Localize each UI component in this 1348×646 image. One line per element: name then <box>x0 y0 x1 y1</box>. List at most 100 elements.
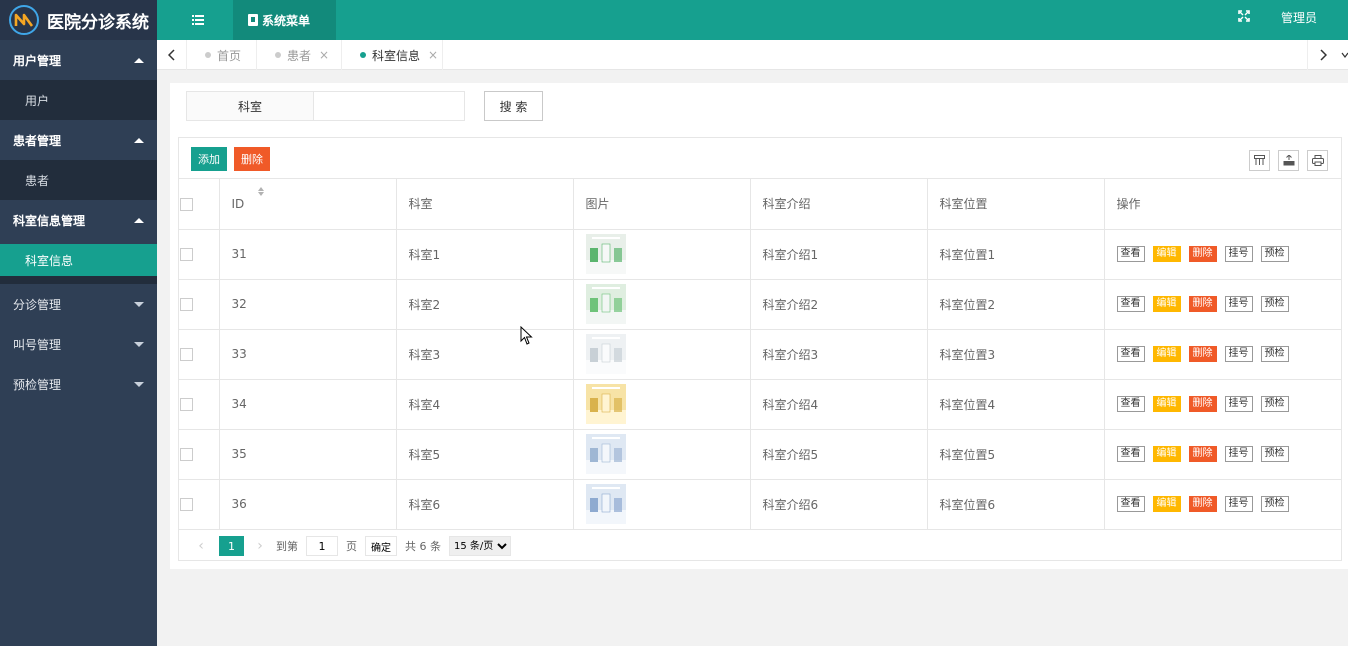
page-size-select[interactable]: 15 条/页 <box>449 536 511 556</box>
next-page-button[interactable]: › <box>250 538 270 554</box>
fullscreen-button[interactable] <box>1238 10 1252 24</box>
view-button[interactable]: 查看 <box>1116 496 1145 512</box>
delete-button[interactable]: 删除 <box>1188 346 1217 362</box>
delete-button[interactable]: 删除 <box>1188 496 1217 512</box>
select-all-checkbox[interactable] <box>180 197 193 211</box>
row-checkbox[interactable] <box>180 398 193 411</box>
print-button[interactable] <box>1307 150 1328 171</box>
department-photo[interactable] <box>585 284 626 324</box>
user-menu[interactable]: 管理员 <box>1281 9 1317 26</box>
row-checkbox-cell <box>179 379 220 430</box>
sort-icon[interactable] <box>258 186 265 196</box>
row-checkbox[interactable] <box>180 248 193 261</box>
column-filter-button[interactable] <box>1249 150 1270 171</box>
edit-button[interactable]: 编辑 <box>1152 396 1181 412</box>
sidebar-group: 叫号管理 <box>0 324 157 364</box>
goto-confirm-button[interactable]: 确定 <box>365 536 397 556</box>
register-button[interactable]: 挂号 <box>1224 246 1253 262</box>
row-checkbox[interactable] <box>180 498 193 511</box>
sidebar-group-title[interactable]: 科室信息管理 <box>0 200 157 240</box>
cell-actions: 查看 编辑 删除 挂号 预检 <box>1104 279 1342 330</box>
column-header-id[interactable]: ID <box>219 179 397 230</box>
view-button[interactable]: 查看 <box>1116 446 1145 462</box>
edit-button[interactable]: 编辑 <box>1152 446 1181 462</box>
sidebar-group-title[interactable]: 预检管理 <box>0 364 157 404</box>
current-page-button[interactable]: 1 <box>219 536 244 556</box>
department-search-input[interactable] <box>313 91 465 121</box>
batch-delete-button[interactable]: 删除 <box>234 147 270 171</box>
menu-toggle-button[interactable] <box>185 10 211 30</box>
precheck-button[interactable]: 预检 <box>1260 296 1289 312</box>
page-tab[interactable]: 患者 × <box>257 40 342 70</box>
sidebar-group-title[interactable]: 叫号管理 <box>0 324 157 364</box>
row-checkbox-cell <box>179 279 220 330</box>
prev-page-button[interactable]: ‹ <box>191 538 211 554</box>
row-checkbox-cell <box>179 329 220 380</box>
precheck-button[interactable]: 预检 <box>1260 396 1289 412</box>
cell-id: 33 <box>219 329 397 380</box>
cell-image <box>573 429 751 480</box>
search-button[interactable]: 搜 索 <box>484 91 543 121</box>
register-button[interactable]: 挂号 <box>1224 446 1253 462</box>
system-menu-tab[interactable]: 系统菜单 <box>233 0 336 40</box>
system-menu-label: 系统菜单 <box>262 13 311 28</box>
register-button[interactable]: 挂号 <box>1224 496 1253 512</box>
cell-intro: 科室介绍2 <box>750 279 928 330</box>
column-header-location: 科室位置 <box>927 179 1105 230</box>
precheck-button[interactable]: 预检 <box>1260 346 1289 362</box>
table-header-row: ID 科室 图片 科室介绍 科室位置 操作 <box>179 179 1342 230</box>
department-photo[interactable] <box>585 334 626 374</box>
view-button[interactable]: 查看 <box>1116 296 1145 312</box>
sidebar-item[interactable]: 用户 <box>0 80 157 120</box>
tabs-more-button[interactable] <box>1340 40 1348 70</box>
precheck-button[interactable]: 预检 <box>1260 496 1289 512</box>
register-button[interactable]: 挂号 <box>1224 346 1253 362</box>
page-tab[interactable]: 科室信息 × <box>342 40 443 70</box>
department-photo[interactable] <box>585 234 626 274</box>
cell-location: 科室位置1 <box>927 229 1105 280</box>
view-button[interactable]: 查看 <box>1116 396 1145 412</box>
export-button[interactable] <box>1278 150 1299 171</box>
close-icon[interactable]: × <box>319 48 329 62</box>
delete-button[interactable]: 删除 <box>1188 296 1217 312</box>
sidebar-group: 用户管理 用户 <box>0 40 157 120</box>
sidebar-group: 科室信息管理科室信息 <box>0 200 157 284</box>
precheck-button[interactable]: 预检 <box>1260 446 1289 462</box>
sidebar-group-title[interactable]: 患者管理 <box>0 120 157 160</box>
department-photo[interactable] <box>585 434 626 474</box>
cell-department: 科室4 <box>396 379 574 430</box>
view-button[interactable]: 查看 <box>1116 246 1145 262</box>
precheck-button[interactable]: 预检 <box>1260 246 1289 262</box>
cell-id: 31 <box>219 229 397 280</box>
row-checkbox[interactable] <box>180 348 193 361</box>
sidebar-item[interactable]: 患者 <box>0 160 157 200</box>
delete-button[interactable]: 删除 <box>1188 396 1217 412</box>
register-button[interactable]: 挂号 <box>1224 396 1253 412</box>
close-icon[interactable]: × <box>428 48 438 62</box>
delete-button[interactable]: 删除 <box>1188 246 1217 262</box>
add-button[interactable]: 添加 <box>191 147 227 171</box>
edit-button[interactable]: 编辑 <box>1152 296 1181 312</box>
view-button[interactable]: 查看 <box>1116 346 1145 362</box>
tabs-scroll-left-button[interactable] <box>157 40 187 70</box>
sidebar-group-title[interactable]: 分诊管理 <box>0 284 157 324</box>
register-button[interactable]: 挂号 <box>1224 296 1253 312</box>
tabs-scroll-right-button[interactable] <box>1307 40 1337 70</box>
row-checkbox[interactable] <box>180 298 193 311</box>
edit-button[interactable]: 编辑 <box>1152 496 1181 512</box>
department-photo[interactable] <box>585 384 626 424</box>
goto-label: 到第 <box>276 540 298 553</box>
goto-page-input[interactable] <box>306 536 338 556</box>
sidebar-group-title[interactable]: 用户管理 <box>0 40 157 80</box>
row-checkbox-cell <box>179 429 220 480</box>
total-count: 共 6 条 <box>405 540 441 553</box>
search-label: 科室 <box>186 91 314 121</box>
edit-button[interactable]: 编辑 <box>1152 246 1181 262</box>
delete-button[interactable]: 删除 <box>1188 446 1217 462</box>
sidebar-item[interactable]: 科室信息 <box>0 244 157 276</box>
edit-button[interactable]: 编辑 <box>1152 346 1181 362</box>
page-tab[interactable]: 首页 <box>187 40 257 70</box>
sidebar-submenu: 科室信息 <box>0 244 157 284</box>
department-photo[interactable] <box>585 484 626 524</box>
row-checkbox[interactable] <box>180 448 193 461</box>
